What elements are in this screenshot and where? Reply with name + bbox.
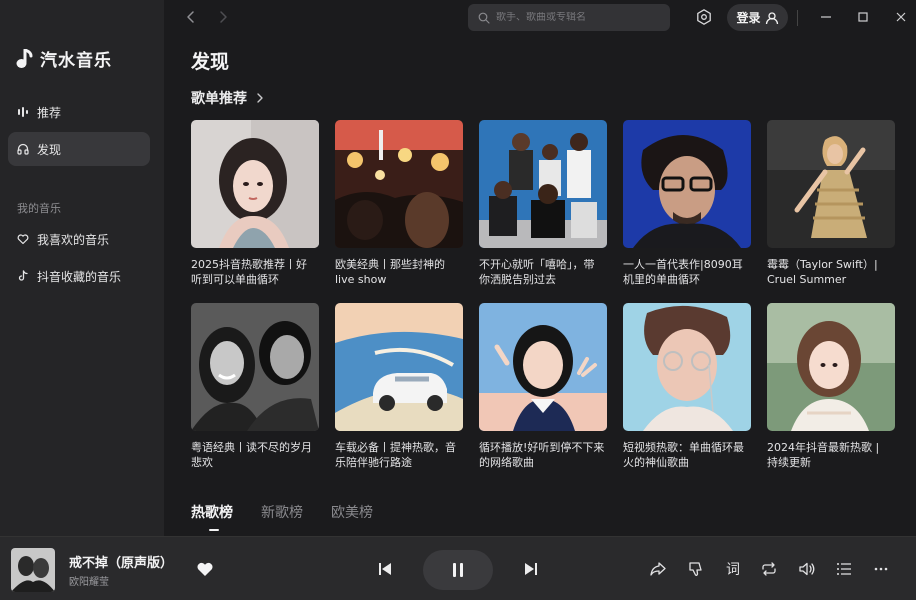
settings-icon[interactable] [695, 8, 713, 26]
login-button[interactable]: 登录 [727, 4, 788, 31]
sidebar-item-liked-music[interactable]: 我喜欢的音乐 [8, 222, 150, 256]
player-bar: 戒不掉（原声版） 欧阳耀莹 词 [0, 536, 916, 600]
next-track-icon[interactable] [522, 560, 540, 578]
logo-icon [16, 48, 33, 68]
playlist-card[interactable]: 车载必备丨提神热歌，音乐陪伴驰行路途 [335, 303, 463, 470]
tab-new-songs[interactable]: 新歌榜 [261, 502, 303, 522]
playlist-title: 霉霉（Taylor Swift）| Cruel Summer [767, 258, 878, 286]
pause-icon [453, 563, 463, 577]
playlist-cover[interactable] [335, 120, 463, 248]
top-bar: 登录 [164, 0, 916, 36]
playlist-cover[interactable] [623, 303, 751, 431]
playlist-cover[interactable] [767, 303, 895, 431]
sidebar-item-label: 抖音收藏的音乐 [37, 269, 122, 284]
minimize-icon[interactable] [819, 10, 833, 24]
more-options-icon[interactable] [872, 560, 890, 578]
previous-track-icon[interactable] [376, 560, 394, 578]
sidebar-item-discover[interactable]: 发现 [8, 132, 150, 166]
search-icon [478, 12, 490, 24]
playlist-card[interactable]: 短视频热歌：单曲循环最火的神仙歌曲 [623, 303, 751, 470]
app-name: 汽水音乐 [40, 51, 112, 71]
playlist-cover[interactable] [191, 303, 319, 431]
heart-icon [17, 233, 29, 245]
sidebar-item-recommend[interactable]: 推荐 [8, 95, 150, 129]
divider [797, 10, 798, 26]
playlist-card[interactable]: 循环播放!好听到停不下来的网络歌曲 [479, 303, 607, 470]
app-logo[interactable]: 汽水音乐 [16, 46, 112, 71]
playlist-card[interactable]: 霉霉（Taylor Swift）| Cruel Summer [767, 120, 895, 287]
playlist-cover[interactable] [767, 120, 895, 248]
tab-western-songs[interactable]: 欧美榜 [331, 502, 373, 522]
main-content: 发现 歌单推荐 2025抖音热歌推荐丨好听到可以单曲循环 欧美经典丨那些封神的l… [164, 36, 916, 536]
sidebar-item-label: 发现 [37, 142, 62, 157]
playlist-title: 短视频热歌：单曲循环最火的神仙歌曲 [623, 441, 744, 469]
bars-icon [17, 106, 29, 118]
now-playing-artist[interactable]: 欧阳耀莹 [69, 573, 109, 588]
my-music-heading: 我的音乐 [17, 202, 61, 215]
playlist-title: 2024年抖音最新热歌 | 持续更新 [767, 441, 880, 469]
playlist-card[interactable]: 粤语经典丨读不尽的岁月悲欢 [191, 303, 319, 470]
playlist-card[interactable]: 不开心就听「嘻哈」，带你洒脱告别过去 [479, 120, 607, 287]
tab-hot-songs[interactable]: 热歌榜 [191, 502, 233, 531]
section-title: 歌单推荐 [191, 91, 247, 107]
dislike-icon[interactable] [687, 560, 705, 578]
playlist-queue-icon[interactable] [835, 560, 853, 578]
login-label: 登录 [736, 11, 761, 25]
maximize-icon[interactable] [856, 10, 870, 24]
playlist-cover[interactable] [479, 303, 607, 431]
sidebar-item-label: 我喜欢的音乐 [37, 232, 110, 247]
close-icon[interactable] [894, 10, 908, 24]
playlist-cover[interactable] [335, 303, 463, 431]
now-playing-cover[interactable] [11, 548, 55, 592]
playlist-cover[interactable] [479, 120, 607, 248]
volume-icon[interactable] [798, 560, 816, 578]
share-icon[interactable] [649, 560, 667, 578]
playlist-title: 一人一首代表作|8090耳机里的单曲循环 [623, 258, 743, 286]
search-box[interactable] [468, 4, 670, 31]
sidebar: 汽水音乐 推荐 发现 我的音乐 我喜欢的音乐 抖音收藏的音乐 [0, 0, 164, 536]
page-title: 发现 [191, 51, 230, 73]
playlist-card[interactable]: 欧美经典丨那些封神的live show [335, 120, 463, 287]
playlist-title: 粤语经典丨读不尽的岁月悲欢 [191, 441, 312, 469]
playlist-title: 循环播放!好听到停不下来的网络歌曲 [479, 441, 605, 469]
playlist-title: 车载必备丨提神热歌，音乐陪伴驰行路途 [335, 441, 456, 469]
playlist-card[interactable]: 2025抖音热歌推荐丨好听到可以单曲循环 [191, 120, 319, 287]
user-icon [765, 11, 778, 24]
now-playing-title[interactable]: 戒不掉（原声版） [69, 552, 173, 571]
tiktok-icon [17, 270, 29, 282]
chevron-right-icon [257, 93, 263, 103]
playlist-title: 不开心就听「嘻哈」，带你洒脱告别过去 [479, 258, 595, 286]
sidebar-item-douyin-favorites[interactable]: 抖音收藏的音乐 [8, 259, 150, 293]
playlist-section-header[interactable]: 歌单推荐 [191, 88, 265, 108]
playlist-card[interactable]: 一人一首代表作|8090耳机里的单曲循环 [623, 120, 751, 287]
playlist-cover[interactable] [623, 120, 751, 248]
back-arrow-icon[interactable] [182, 8, 200, 26]
chart-tabs: 热歌榜 新歌榜 欧美榜 [191, 502, 373, 531]
playlist-title: 欧美经典丨那些封神的live show [335, 258, 445, 286]
search-input[interactable] [496, 12, 656, 23]
sidebar-item-label: 推荐 [37, 105, 62, 120]
lyrics-icon[interactable]: 词 [724, 560, 742, 578]
playlist-cover[interactable] [191, 120, 319, 248]
repeat-icon[interactable] [760, 560, 778, 578]
playlist-card[interactable]: 2024年抖音最新热歌 | 持续更新 [767, 303, 895, 470]
playlist-title: 2025抖音热歌推荐丨好听到可以单曲循环 [191, 258, 307, 286]
headphones-icon [17, 143, 29, 155]
pause-button[interactable] [423, 550, 493, 590]
forward-arrow-icon[interactable] [214, 8, 232, 26]
like-heart-icon[interactable] [196, 560, 214, 578]
